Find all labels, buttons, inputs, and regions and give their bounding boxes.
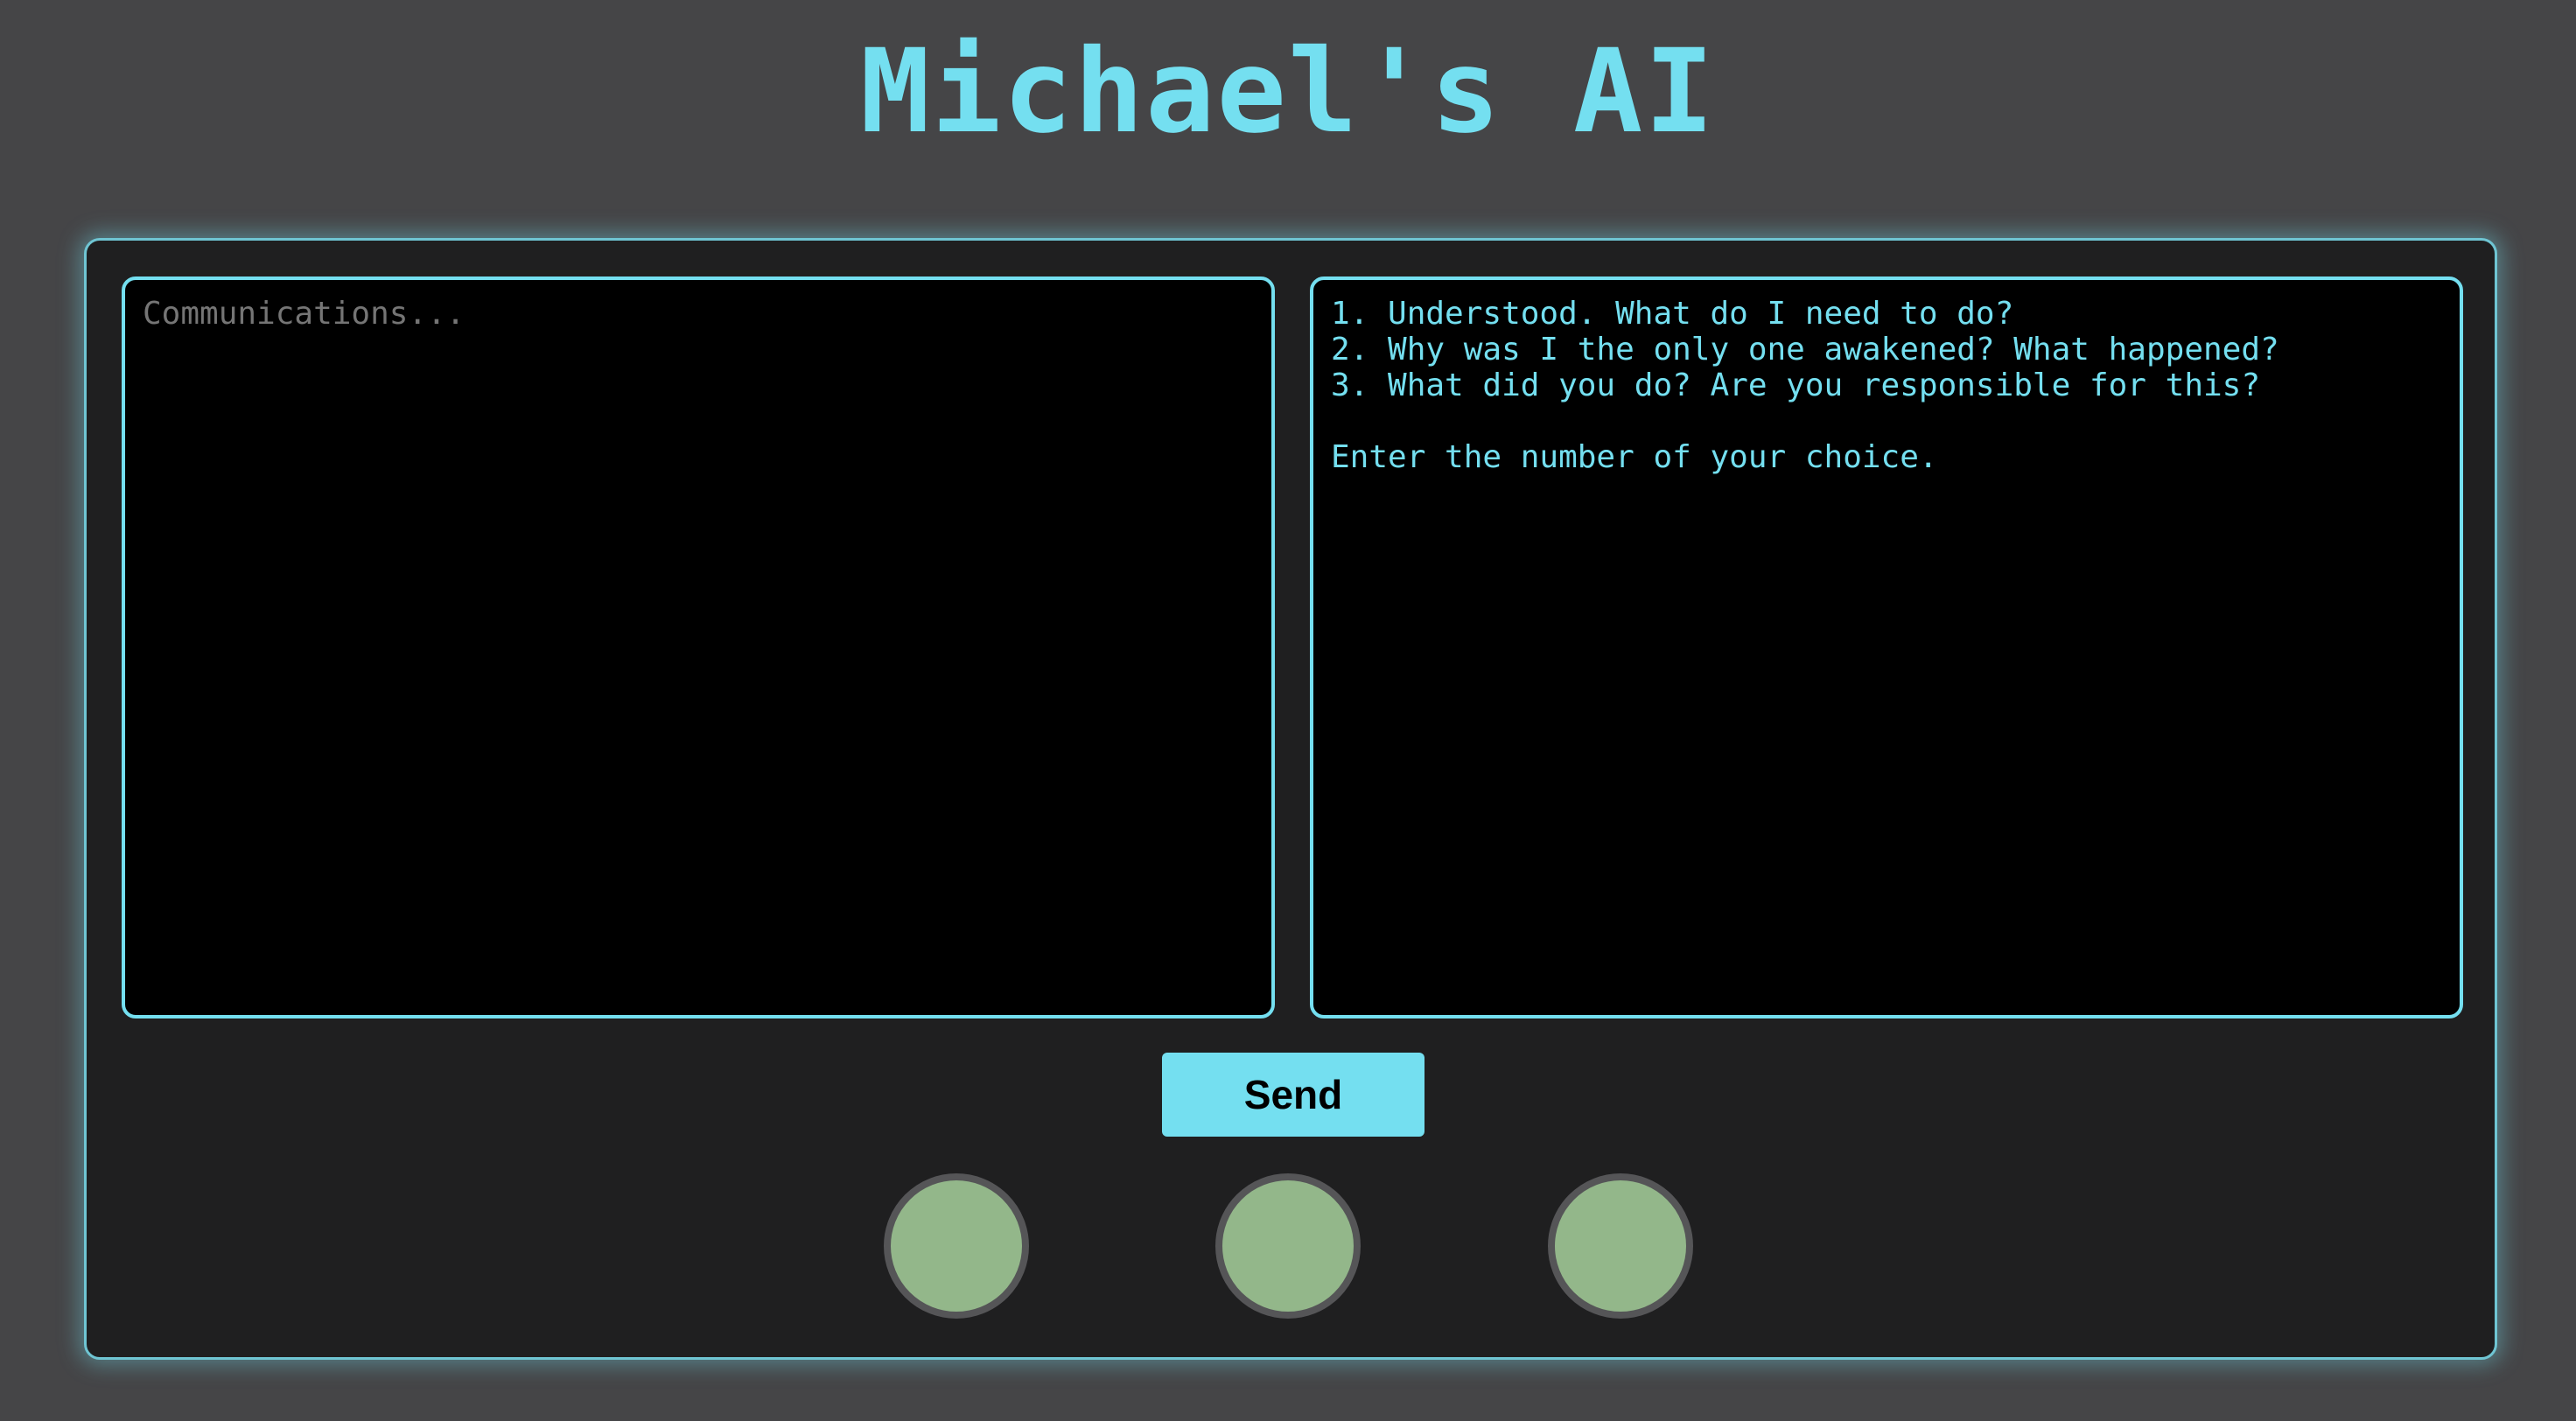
status-indicator-3 xyxy=(1548,1173,1693,1319)
communications-input[interactable] xyxy=(122,276,1275,1018)
response-output: 1. Understood. What do I need to do? 2. … xyxy=(1310,276,2463,1018)
output-line: 3. What did you do? Are you responsible … xyxy=(1331,368,2261,403)
status-indicator-1 xyxy=(884,1173,1029,1319)
status-indicator-2 xyxy=(1215,1173,1361,1319)
page-title: Michael's AI xyxy=(860,24,1716,159)
output-line: 1. Understood. What do I need to do? xyxy=(1331,296,2014,332)
send-button[interactable]: Send xyxy=(1162,1053,1424,1137)
output-line: 2. Why was I the only one awakened? What… xyxy=(1331,332,2279,368)
console-panel: 1. Understood. What do I need to do? 2. … xyxy=(84,238,2497,1360)
output-line: Enter the number of your choice. xyxy=(1331,439,1938,475)
